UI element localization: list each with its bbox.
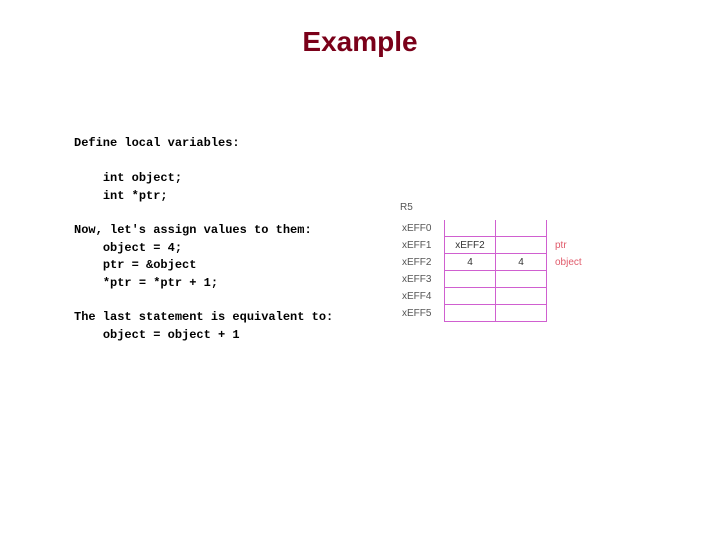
code-assign-ptr: ptr = &object — [103, 258, 197, 272]
mem-cell — [445, 271, 496, 288]
mem-addr: xEFF2 — [400, 254, 445, 271]
mem-cell — [445, 288, 496, 305]
mem-cell — [496, 271, 547, 288]
table-row: xEFF4 — [400, 288, 615, 305]
code-assign-object: object = 4; — [103, 241, 182, 255]
mem-cell — [496, 237, 547, 254]
slide-body: Define local variables: int object; int … — [74, 118, 374, 344]
code-equiv: object = object + 1 — [103, 328, 240, 342]
table-row: xEFF1 xEFF2 ptr — [400, 237, 615, 254]
table-row: xEFF3 — [400, 271, 615, 288]
mem-note — [547, 305, 616, 322]
code-decl-object: int object; — [103, 171, 182, 185]
register-label: R5 — [400, 202, 413, 213]
text-equiv-header: The last statement is equivalent to: — [74, 310, 333, 324]
slide: Example Define local variables: int obje… — [0, 0, 720, 540]
table-row: xEFF2 4 4 object — [400, 254, 615, 271]
mem-cell: xEFF2 — [445, 237, 496, 254]
table-row: xEFF5 — [400, 305, 615, 322]
mem-addr: xEFF1 — [400, 237, 445, 254]
mem-cell — [496, 305, 547, 322]
mem-cell — [445, 220, 496, 237]
mem-cell — [445, 305, 496, 322]
code-decl-ptr: int *ptr; — [103, 189, 168, 203]
table-row: xEFF0 — [400, 220, 615, 237]
mem-cell — [496, 220, 547, 237]
mem-cell: 4 — [496, 254, 547, 271]
code-assign-deref: *ptr = *ptr + 1; — [103, 276, 218, 290]
mem-addr: xEFF5 — [400, 305, 445, 322]
mem-addr: xEFF3 — [400, 271, 445, 288]
memory-table: xEFF0 xEFF1 xEFF2 ptr xEFF2 4 4 object x… — [400, 220, 615, 322]
mem-addr: xEFF4 — [400, 288, 445, 305]
mem-note — [547, 288, 616, 305]
memory-diagram: R5 xEFF0 xEFF1 xEFF2 ptr xEFF2 4 4 objec… — [400, 220, 670, 322]
mem-cell — [496, 288, 547, 305]
text-assign-header: Now, let's assign values to them: — [74, 223, 312, 237]
mem-note — [547, 220, 616, 237]
mem-cell: 4 — [445, 254, 496, 271]
mem-note: ptr — [547, 237, 616, 254]
mem-note — [547, 271, 616, 288]
slide-title: Example — [0, 26, 720, 58]
text-define-header: Define local variables: — [74, 136, 240, 150]
mem-note: object — [547, 254, 616, 271]
mem-addr: xEFF0 — [400, 220, 445, 237]
